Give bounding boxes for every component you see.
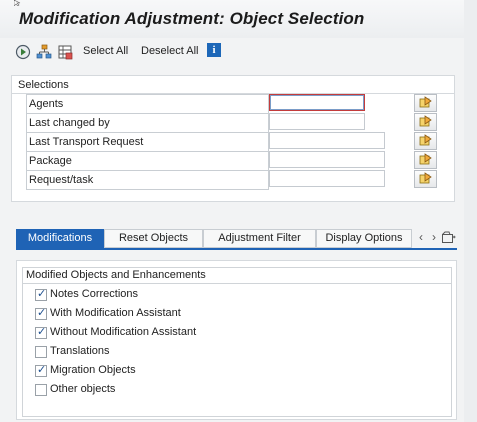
selection-row-agents: Agents [26,94,451,113]
window-edge [464,0,477,422]
checkbox-label: Migration Objects [50,364,136,376]
selection-label: Package [29,155,72,167]
multiple-selection-icon [419,96,432,108]
checkbox-label: With Modification Assistant [50,307,181,319]
selection-label: Agents [29,98,64,110]
modifications-panel: Modified Objects and Enhancements ✓ Note… [16,260,457,420]
info-icon[interactable]: i [207,43,221,57]
page-title: Modification Adjustment: Object Selectio… [19,9,365,28]
deselect-all-button[interactable]: Deselect All [141,45,198,57]
last-changed-by-input[interactable] [269,113,365,130]
last-transport-request-input[interactable] [269,132,385,149]
package-input[interactable] [269,151,385,168]
multiple-selection-button[interactable] [414,113,437,131]
tab-scroll-left-icon[interactable]: ‹ [419,230,423,244]
selection-label-cell: Agents [26,94,269,113]
tree-icon[interactable] [36,44,52,60]
checkbox-box[interactable] [35,346,47,358]
checkbox-label: Without Modification Assistant [50,326,197,338]
selection-row-last-changed-by: Last changed by [26,113,451,132]
selection-label-cell: Last changed by [26,113,269,132]
checkbox-box[interactable]: ✓ [35,288,47,301]
selection-row-package: Package [26,151,451,170]
multiple-selection-button[interactable] [414,132,437,150]
selection-label-cell: Request/task [26,170,269,190]
modified-objects-group: Modified Objects and Enhancements ✓ Note… [22,267,452,417]
checkbox-label: Translations [50,345,110,357]
selections-panel: Selections Agents Last changed by Last T… [11,75,455,202]
multiple-selection-icon [419,134,432,146]
mouse-cursor-icon [13,0,22,7]
multiple-selection-icon [419,153,432,165]
multiple-selection-icon [419,115,432,127]
title-bar: Modification Adjustment: Object Selectio… [0,0,477,38]
checkmark-icon: ✓ [37,326,47,338]
execute-icon[interactable] [15,44,31,60]
tab-display-options[interactable]: Display Options [316,229,412,248]
checkbox-label: Other objects [50,383,116,395]
selection-label: Last changed by [29,117,110,129]
checkbox-label: Notes Corrections [50,288,139,300]
multiple-selection-button[interactable] [414,151,437,169]
divider [23,283,451,284]
sap-screen: Modification Adjustment: Object Selectio… [0,0,477,422]
group-title: Modified Objects and Enhancements [26,269,206,281]
multiple-selection-icon [419,172,432,184]
multiple-selection-button[interactable] [414,170,437,188]
selection-label-cell: Package [26,151,269,170]
checkbox-box[interactable] [35,384,47,396]
selection-label-cell: Last Transport Request [26,132,269,151]
selection-label: Last Transport Request [29,136,144,148]
checkmark-icon: ✓ [37,288,47,300]
tab-reset-objects[interactable]: Reset Objects [104,229,203,248]
tab-underline [16,248,457,250]
application-toolbar: Select All Deselect All [0,38,477,66]
tab-adjustment-filter[interactable]: Adjustment Filter [203,229,316,248]
checkbox-box[interactable]: ✓ [35,364,47,377]
request-task-input[interactable] [269,170,385,187]
agents-input[interactable] [269,94,365,111]
select-all-button[interactable]: Select All [83,45,128,57]
tab-overflow-icon[interactable] [442,231,456,247]
checkbox-box[interactable]: ✓ [35,326,47,339]
selections-title: Selections [18,79,69,91]
variant-icon[interactable] [57,44,73,60]
checkmark-icon: ✓ [37,307,47,319]
selection-row-last-transport-request: Last Transport Request [26,132,451,151]
multiple-selection-button[interactable] [414,94,437,112]
tab-modifications[interactable]: Modifications [16,229,104,248]
tab-strip: Modifications Reset Objects Adjustment F… [16,229,461,248]
selection-row-request-task: Request/task [26,170,451,190]
selection-label: Request/task [29,174,94,186]
checkbox-box[interactable]: ✓ [35,307,47,320]
tab-scroll-right-icon[interactable]: › [432,230,436,244]
checkmark-icon: ✓ [37,364,47,376]
